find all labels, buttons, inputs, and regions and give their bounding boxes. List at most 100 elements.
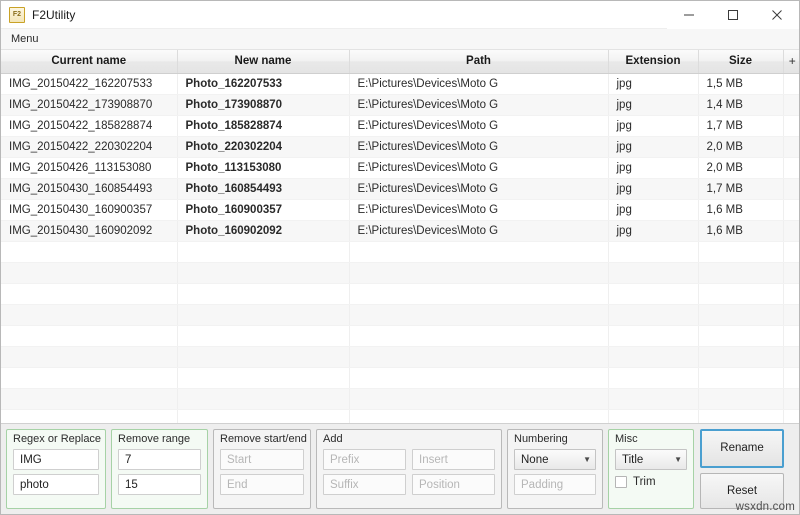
cell-empty (349, 304, 609, 326)
cell-extra (783, 178, 799, 200)
remove-range-to-input[interactable] (118, 474, 201, 495)
cell-empty (783, 367, 799, 389)
cell-empty (177, 283, 350, 305)
group-remove-range: Remove range (111, 429, 208, 509)
cell-current-name: IMG_20150422_162207533 (1, 73, 178, 95)
misc-case-dropdown[interactable]: Title ▼ (615, 449, 687, 470)
cell-extra (783, 157, 799, 179)
cell-empty (608, 304, 699, 326)
close-button[interactable] (755, 0, 799, 29)
add-suffix-input[interactable] (323, 474, 406, 495)
cell-new-name: Photo_160854493 (177, 178, 350, 200)
table-row-empty (1, 367, 799, 389)
group-misc: Misc Title ▼ Trim (608, 429, 694, 509)
cell-empty (1, 283, 178, 305)
cell-empty (608, 325, 699, 347)
cell-new-name: Photo_173908870 (177, 94, 350, 116)
misc-case-value: Title (622, 453, 644, 466)
cell-empty (783, 388, 799, 410)
table-row[interactable]: IMG_20150430_160900357 Photo_160900357 E:\… (1, 199, 799, 221)
cell-path: E:\Pictures\Devices\Moto G (349, 157, 609, 179)
table-header: Current name New name Path Extension Siz… (1, 50, 799, 74)
cell-empty (349, 283, 609, 305)
cell-extra (783, 94, 799, 116)
table-row-empty (1, 262, 799, 284)
cell-empty (1, 346, 178, 368)
group-title-remove-range: Remove range (118, 433, 191, 445)
group-numbering: Numbering None ▼ (507, 429, 603, 509)
table-row[interactable]: IMG_20150430_160902092 Photo_160902092 E:\… (1, 220, 799, 242)
cell-path: E:\Pictures\Devices\Moto G (349, 199, 609, 221)
cell-empty (177, 304, 350, 326)
cell-empty (698, 241, 784, 263)
cell-empty (177, 409, 350, 423)
regex-find-input[interactable] (13, 449, 99, 470)
cell-size: 1,6 MB (698, 220, 784, 242)
table-row-empty (1, 325, 799, 347)
cell-empty (1, 388, 178, 410)
add-position-input[interactable] (412, 474, 495, 495)
cell-empty (177, 241, 350, 263)
reset-button[interactable]: Reset (700, 472, 784, 509)
chevron-down-icon: ▼ (674, 455, 682, 464)
column-header-size[interactable]: Size (698, 50, 784, 74)
maximize-button[interactable] (711, 0, 755, 29)
remove-end-input[interactable] (220, 474, 304, 495)
table-row[interactable]: IMG_20150422_185828874 Photo_185828874 E:\… (1, 115, 799, 137)
remove-range-from-input[interactable] (118, 449, 201, 470)
remove-start-input[interactable] (220, 449, 304, 470)
title-bar: F2 F2Utility (1, 0, 799, 29)
cell-current-name: IMG_20150422_220302204 (1, 136, 178, 158)
cell-empty (608, 262, 699, 284)
column-header-new-name[interactable]: New name (177, 50, 350, 74)
cell-empty (1, 367, 178, 389)
cell-empty (349, 346, 609, 368)
action-buttons: Rename Reset (700, 429, 784, 509)
minimize-button[interactable] (667, 0, 711, 29)
cell-new-name: Photo_220302204 (177, 136, 350, 158)
window-controls (667, 0, 799, 29)
cell-extension: jpg (608, 199, 699, 221)
table-row[interactable]: IMG_20150422_162207533 Photo_162207533 E:\… (1, 73, 799, 95)
group-regex-or-replace: Regex or Replace (6, 429, 106, 509)
add-insert-input[interactable] (412, 449, 495, 470)
add-prefix-input[interactable] (323, 449, 406, 470)
app-icon: F2 (9, 6, 25, 23)
rename-button[interactable]: Rename (700, 429, 784, 468)
cell-empty (783, 409, 799, 423)
menu-bar: Menu (1, 29, 799, 50)
cell-empty (783, 241, 799, 263)
cell-extension: jpg (608, 94, 699, 116)
cell-empty (783, 346, 799, 368)
numbering-mode-value: None (521, 453, 549, 466)
cell-empty (608, 283, 699, 305)
cell-size: 1,6 MB (698, 199, 784, 221)
trim-checkbox-row[interactable]: Trim (615, 476, 687, 488)
numbering-padding-input[interactable] (514, 474, 596, 495)
cell-empty (608, 241, 699, 263)
cell-empty (698, 304, 784, 326)
cell-empty (698, 367, 784, 389)
column-header-current-name[interactable]: Current name (1, 50, 178, 74)
cell-empty (698, 388, 784, 410)
cell-current-name: IMG_20150426_113153080 (1, 157, 178, 179)
table-row[interactable]: IMG_20150422_220302204 Photo_220302204 E:\… (1, 136, 799, 158)
cell-empty (698, 262, 784, 284)
cell-current-name: IMG_20150422_173908870 (1, 94, 178, 116)
cell-empty (608, 367, 699, 389)
table-row[interactable]: IMG_20150426_113153080 Photo_113153080 E:\… (1, 157, 799, 179)
numbering-mode-dropdown[interactable]: None ▼ (514, 449, 596, 470)
cell-empty (177, 367, 350, 389)
add-column-button[interactable]: + (783, 50, 799, 74)
trim-checkbox[interactable] (615, 476, 627, 488)
column-header-path[interactable]: Path (349, 50, 609, 74)
table-row[interactable]: IMG_20150430_160854493 Photo_160854493 E:\… (1, 178, 799, 200)
cell-empty (608, 346, 699, 368)
cell-empty (1, 304, 178, 326)
cell-empty (177, 262, 350, 284)
cell-extra (783, 220, 799, 242)
regex-replace-input[interactable] (13, 474, 99, 495)
table-row[interactable]: IMG_20150422_173908870 Photo_173908870 E:\… (1, 94, 799, 116)
menu-item-menu[interactable]: Menu (3, 31, 47, 47)
column-header-extension[interactable]: Extension (608, 50, 699, 74)
